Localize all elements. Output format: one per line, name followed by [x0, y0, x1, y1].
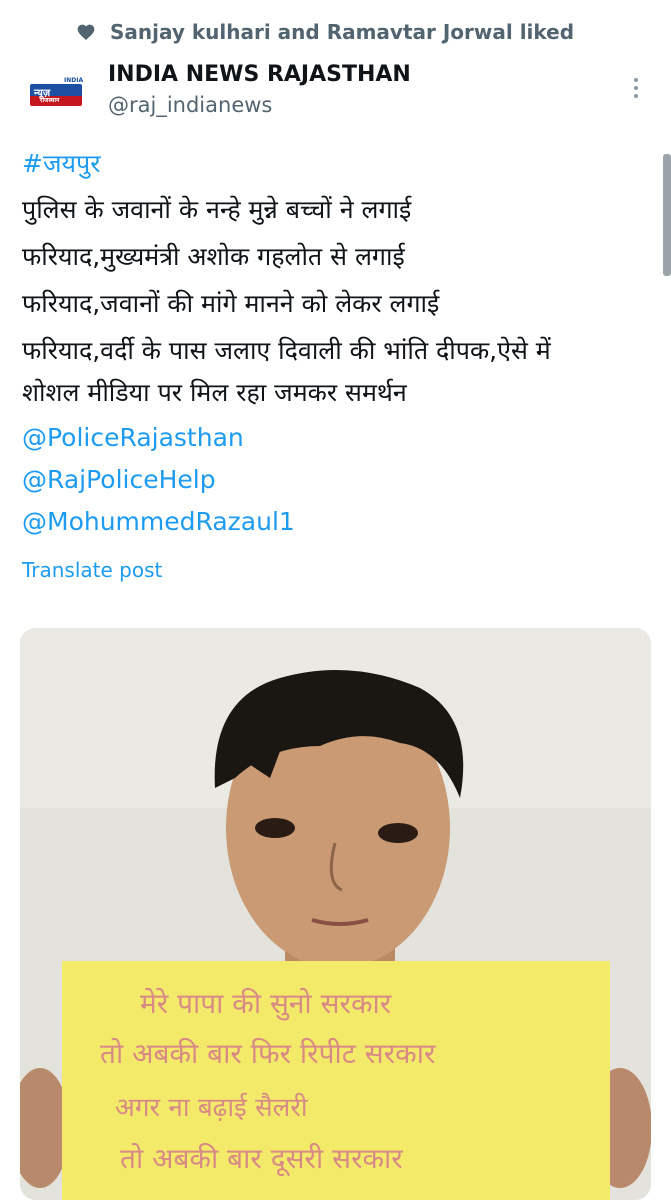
logo-top-text: INDIA — [64, 77, 84, 84]
translate-post-link[interactable]: Translate post — [22, 558, 162, 582]
scrollbar[interactable] — [663, 154, 671, 276]
logo-sub-text: राजस्थान — [40, 97, 60, 104]
hashtag-link[interactable]: #जयपुर — [22, 146, 100, 180]
child-photo: मेरे पापा की सुनो सरकार तो अबकी बार फिर … — [20, 628, 651, 1200]
mention-link[interactable]: @MohummedRazaul1 — [22, 504, 295, 540]
heart-icon — [76, 22, 96, 42]
post-image[interactable]: मेरे पापा की सुनो सरकार तो अबकी बार फिर … — [20, 628, 651, 1200]
post-text-line: शोशल मीडिया पर मिल रहा जमकर समर्थन — [22, 378, 407, 407]
mention-link[interactable]: @PoliceRajasthan — [22, 420, 244, 456]
author-handle[interactable]: @raj_indianews — [108, 93, 272, 117]
mention-link[interactable]: @RajPoliceHelp — [22, 462, 216, 498]
placard-line: तो अबकी बार दूसरी सरकार — [120, 1142, 403, 1177]
post-text-line: फरियाद,वर्दी के पास जलाए दिवाली की भांति… — [22, 336, 551, 365]
author-name[interactable]: INDIA NEWS RAJASTHAN — [108, 62, 411, 87]
social-context[interactable]: Sanjay kulhari and Ramavtar Jorwal liked — [0, 18, 671, 50]
placard-line: मेरे पापा की सुनो सरकार — [140, 987, 392, 1021]
more-options-icon[interactable] — [626, 74, 646, 102]
post-text-line: फरियाद,मुख्यमंत्री अशोक गहलोत से लगाई — [22, 242, 405, 271]
social-context-text: Sanjay kulhari and Ramavtar Jorwal liked — [110, 20, 575, 44]
placard-line: अगर ना बढ़ाई सैलरी — [115, 1092, 309, 1123]
placard-line: तो अबकी बार फिर रिपीट सरकार — [100, 1037, 436, 1070]
avatar[interactable]: INDIA न्यूज़ राजस्थान — [24, 72, 88, 116]
post-text-line: फरियाद,जवानों की मांगे मानने को लेकर लगा… — [22, 289, 440, 318]
post-text-line: पुलिस के जवानों के नन्हे मुन्ने बच्चों न… — [22, 195, 412, 224]
